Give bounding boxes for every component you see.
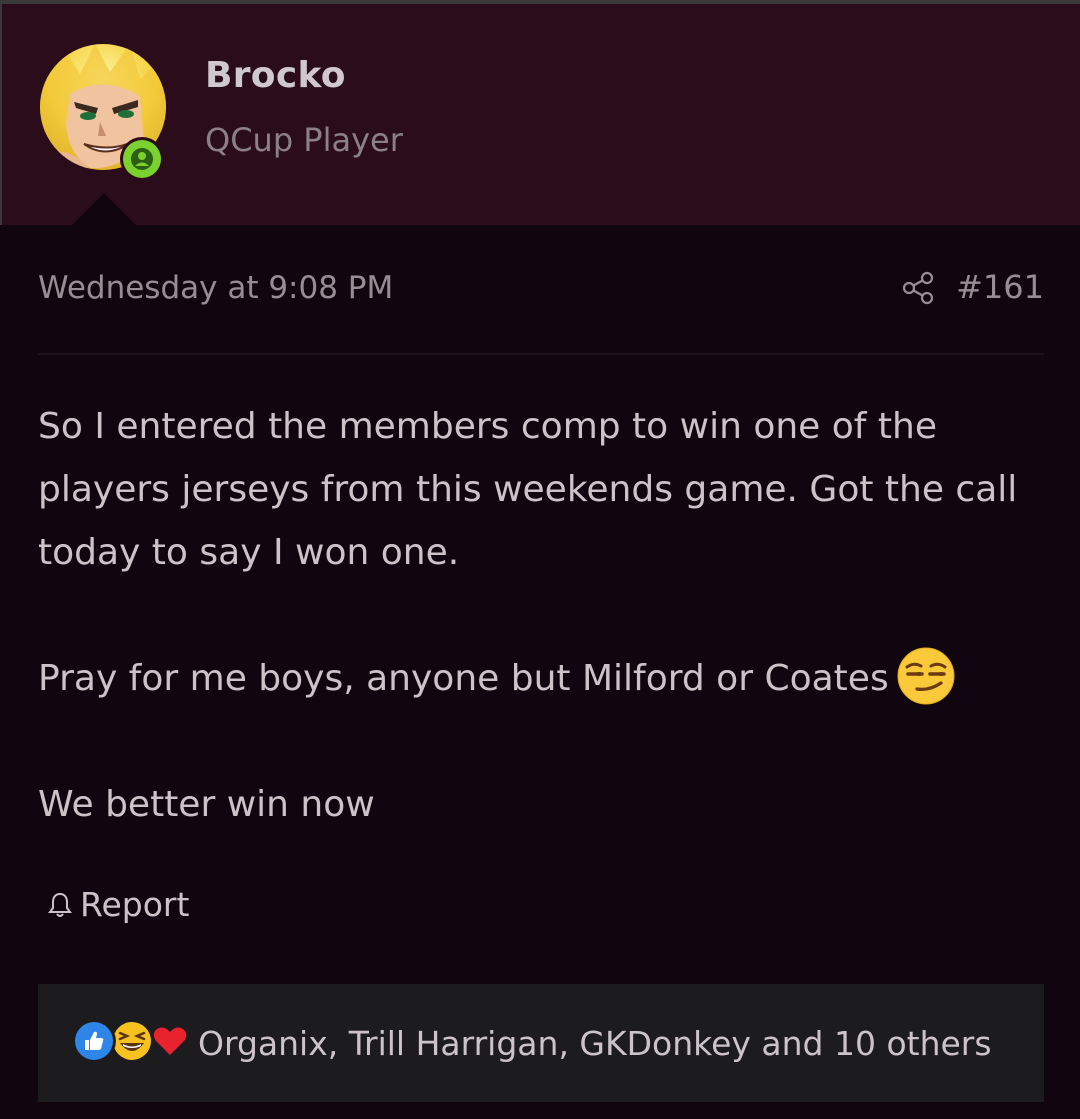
post-number-link[interactable]: #161 <box>956 268 1044 306</box>
smirking-face-icon <box>897 647 955 705</box>
divider <box>38 353 1044 355</box>
online-dot <box>123 140 161 178</box>
laugh-icon <box>110 1019 154 1063</box>
username[interactable]: Brocko <box>205 55 346 96</box>
header-pointer <box>68 193 140 229</box>
post-container: Brocko QCup Player Wednesday at 9:08 PM … <box>0 0 1080 1119</box>
post-paragraph: We better win now <box>38 784 375 825</box>
user-icon <box>131 148 153 170</box>
user-title: QCup Player <box>205 121 403 159</box>
report-label: Report <box>80 885 190 924</box>
share-icon[interactable] <box>900 270 936 306</box>
reactions-bar[interactable]: Organix, Trill Harrigan, GKDonkey and 10… <box>38 984 1044 1102</box>
report-button[interactable]: Report <box>44 885 189 924</box>
love-icon <box>148 1019 192 1063</box>
online-status-badge <box>120 137 164 181</box>
post-paragraph: Pray for me boys, anyone but Milford or … <box>38 647 1048 710</box>
avatar-wrap[interactable] <box>40 44 166 181</box>
post-paragraph-text: Pray for me boys, anyone but Milford or … <box>38 658 889 699</box>
bell-icon <box>48 892 72 917</box>
post-body: So I entered the members comp to win one… <box>38 395 1048 836</box>
reaction-icons[interactable] <box>72 1019 196 1067</box>
post-paragraph: So I entered the members comp to win one… <box>38 406 1018 573</box>
like-icon <box>72 1019 116 1063</box>
reactions-summary[interactable]: Organix, Trill Harrigan, GKDonkey and 10… <box>198 1024 992 1063</box>
post-timestamp[interactable]: Wednesday at 9:08 PM <box>38 270 393 306</box>
user-header: Brocko QCup Player <box>0 0 1080 229</box>
